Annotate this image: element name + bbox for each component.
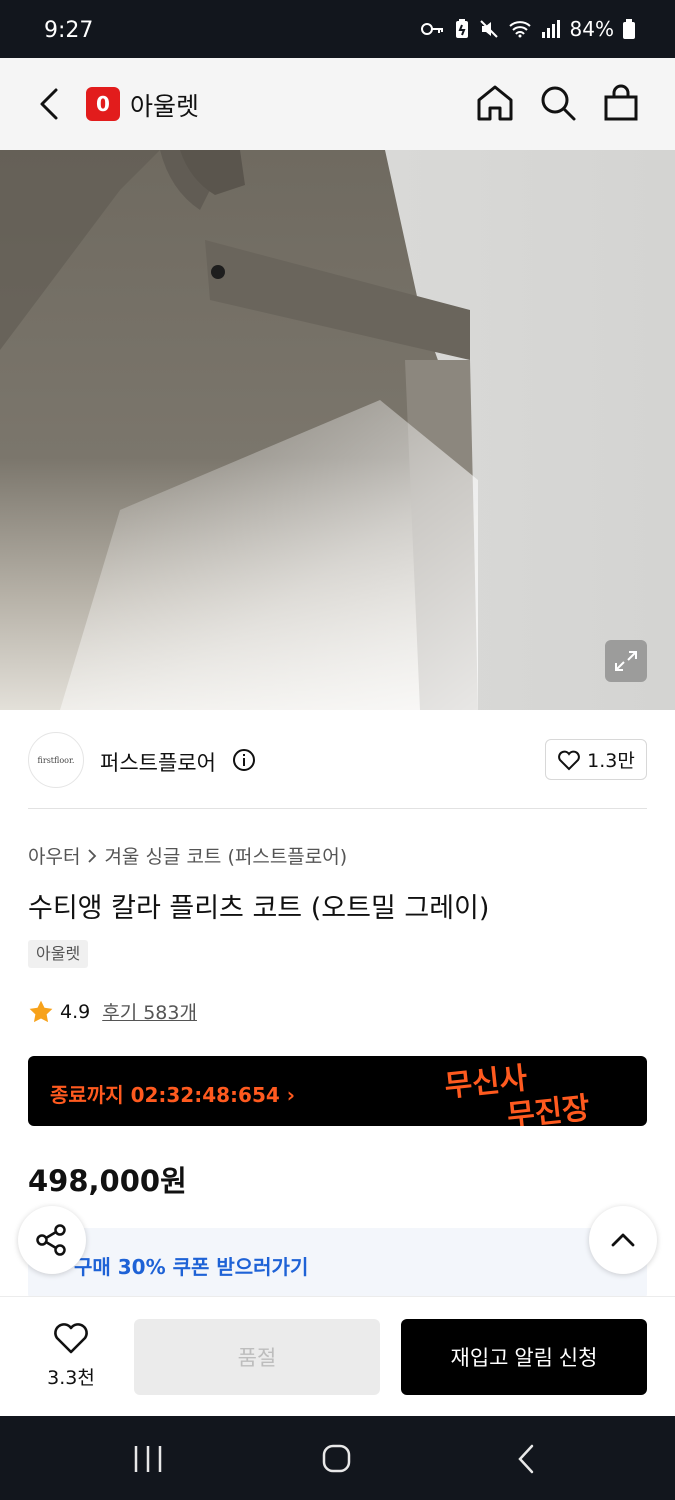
chevron-right-icon [88, 848, 97, 863]
signal-icon [541, 20, 561, 38]
share-icon [36, 1224, 66, 1256]
battery-percent: 84% [569, 17, 614, 41]
cart-button[interactable] [600, 82, 642, 124]
review-link[interactable]: 후기 583개 [102, 998, 197, 1025]
status-time: 9:27 [44, 18, 94, 43]
wishlist-button[interactable]: 3.3천 [36, 1321, 106, 1390]
chevron-right-icon: › [286, 1083, 296, 1107]
key-icon [420, 21, 445, 37]
brand-like-count: 1.3만 [587, 750, 635, 772]
home-nav-button[interactable] [316, 1442, 356, 1476]
back-nav-icon [518, 1444, 534, 1474]
brand-row: firstfloor. 퍼스트플로어 1.3만 [0, 710, 675, 810]
home-button[interactable] [474, 82, 516, 124]
home-circle-icon [322, 1444, 351, 1473]
sale-timer-banner[interactable]: 종료까지 02:32:48:654 › 무신사 무진장 [28, 1056, 647, 1126]
scroll-top-button[interactable] [589, 1206, 657, 1274]
battery-icon [623, 19, 635, 39]
event-brand-logo: 무신사 무진장 [443, 1061, 592, 1126]
info-icon[interactable] [232, 748, 256, 772]
wishlist-count: 3.3천 [47, 1367, 95, 1389]
system-nav-bar [0, 1416, 675, 1500]
page-title: 아울렛 [130, 92, 200, 121]
product-title: 수티앵 칼라 플리츠 코트 (오트밀 그레이) [28, 893, 490, 924]
product-image[interactable] [0, 150, 675, 710]
chevron-up-icon [611, 1233, 635, 1247]
back-nav-button[interactable] [506, 1442, 546, 1476]
coupon-banner[interactable]: 구매 30% 쿠폰 받으러가기 [28, 1228, 647, 1298]
back-button[interactable] [32, 84, 68, 124]
breadcrumb-category[interactable]: 아우터 [28, 842, 80, 869]
rating-row: 4.9 후기 583개 [28, 998, 197, 1025]
outlet-logo[interactable]: 0 [86, 87, 120, 121]
bottom-action-bar: 3.3천 품절 재입고 알림 신청 [0, 1296, 675, 1416]
timer-text: 종료까지 02:32:48:654 › [50, 1079, 295, 1108]
recents-icon [134, 1446, 162, 1472]
search-icon [541, 86, 576, 121]
restock-alert-button[interactable]: 재입고 알림 신청 [401, 1319, 647, 1395]
soldout-button[interactable]: 품절 [134, 1319, 380, 1395]
breadcrumb-subcategory[interactable]: 겨울 싱글 코트 (퍼스트플로어) [104, 842, 347, 869]
rating-score: 4.9 [60, 1000, 91, 1023]
brand-name[interactable]: 퍼스트플로어 [100, 747, 216, 777]
status-bar: 9:27 84% [0, 0, 675, 58]
expand-icon [615, 651, 637, 671]
recents-button[interactable] [128, 1442, 168, 1476]
outlet-tag: 아울렛 [28, 940, 89, 968]
home-icon [477, 85, 513, 121]
mute-icon [479, 19, 499, 39]
share-button[interactable] [18, 1206, 86, 1274]
bag-icon [604, 84, 638, 121]
app-header: 0 아울렛 [0, 58, 675, 150]
breadcrumb: 아우터 겨울 싱글 코트 (퍼스트플로어) [28, 842, 347, 869]
brand-logo[interactable]: firstfloor. [28, 732, 84, 788]
search-button[interactable] [537, 82, 579, 124]
star-icon [29, 1000, 53, 1022]
heart-icon [558, 750, 581, 770]
wifi-icon [508, 20, 532, 38]
timer-label: 종료까지 02:32:48:654 [50, 1083, 280, 1107]
status-icons: 84% [420, 17, 635, 41]
battery-saver-icon [454, 19, 470, 39]
product-price: 498,000원 [28, 1164, 187, 1198]
coupon-text: 구매 30% 쿠폰 받으러가기 [74, 1255, 309, 1279]
expand-button[interactable] [605, 640, 647, 682]
coat-photo [0, 150, 675, 710]
brand-like-button[interactable]: 1.3만 [545, 739, 647, 780]
heart-icon [54, 1323, 88, 1354]
back-icon [40, 88, 58, 120]
divider [28, 808, 647, 809]
